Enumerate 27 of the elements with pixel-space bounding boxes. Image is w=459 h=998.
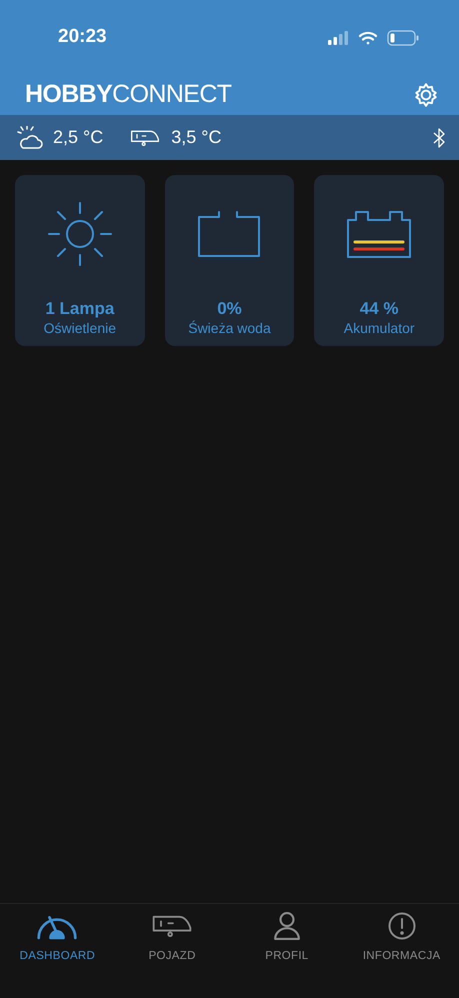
tile-value: 0%	[217, 299, 242, 319]
status-tile[interactable]: 44 % Akumulator	[314, 175, 444, 346]
temperature-reading: 2,5 °C	[53, 126, 104, 149]
tile-label: Akumulator	[344, 319, 415, 337]
caravan-icon	[129, 128, 162, 146]
tile-label: Świeża woda	[188, 319, 271, 337]
status-tile[interactable]: 1 Lampa Oświetlenie	[15, 175, 145, 346]
settings-button[interactable]	[413, 82, 439, 108]
status-time: 20:23	[58, 25, 107, 50]
app-logo: HOBBYCONNECT	[25, 79, 232, 110]
wifi-icon	[358, 30, 378, 44]
battery-status-icon	[387, 30, 419, 46]
cloud-sun-icon	[17, 126, 43, 150]
nav-tab[interactable]: INFORMACJA	[344, 912, 459, 966]
nav-tab[interactable]: DASHBOARD	[0, 912, 115, 966]
tile-value: 44 %	[360, 299, 399, 319]
status-tile[interactable]: 0% Świeża woda	[164, 175, 294, 346]
bluetooth-icon	[433, 128, 445, 148]
nav-tab[interactable]: POJAZD	[114, 912, 230, 966]
temperature-reading: 3,5 °C	[171, 126, 222, 149]
nav-tab[interactable]: PROFIL	[230, 912, 344, 966]
tank-icon	[197, 210, 262, 258]
sun-icon	[46, 201, 113, 267]
battery-icon	[346, 209, 412, 259]
signal-icon	[328, 30, 348, 44]
tile-value: 1 Lampa	[45, 299, 114, 319]
tile-label: Oświetlenie	[44, 319, 116, 337]
